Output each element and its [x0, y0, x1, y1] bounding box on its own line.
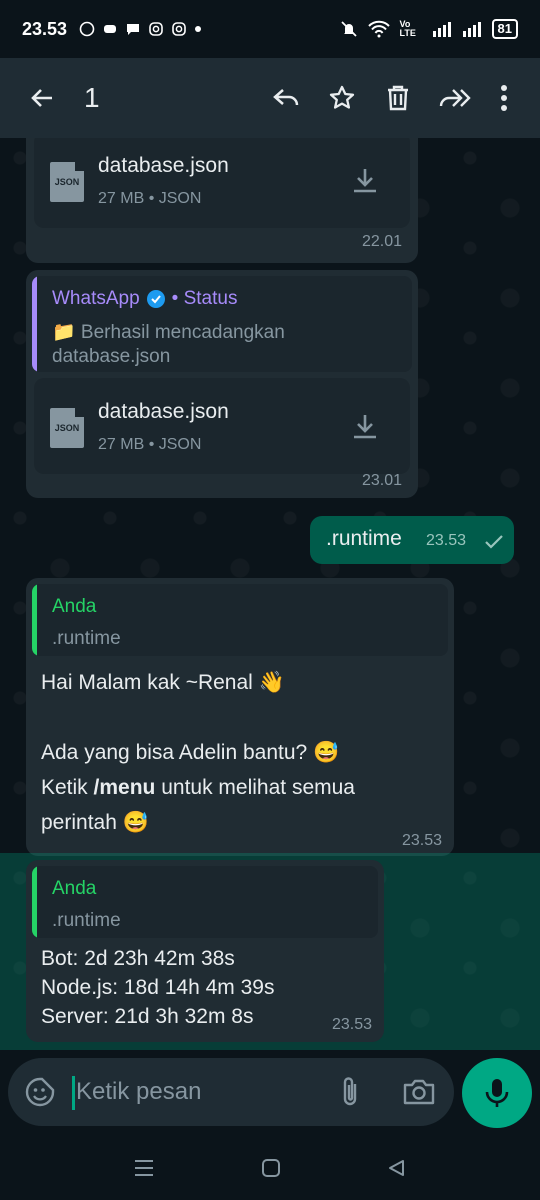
message-line-3-prefix: Ketik	[41, 776, 94, 799]
verified-icon	[146, 290, 165, 308]
system-nav-bar	[0, 1136, 540, 1200]
reply-button[interactable]	[258, 70, 314, 126]
quote-author-suffix: • Status	[171, 288, 238, 309]
wifi-icon	[367, 20, 390, 38]
chat-messages[interactable]: JSON database.json 27 MB • JSON 22.01 Wh…	[0, 138, 540, 1050]
quote-text: .runtime	[52, 628, 121, 649]
message-line-4: perintah 😅	[41, 811, 149, 834]
dot-icon	[195, 26, 202, 32]
message-line-2: Ada yang bisa Adelin bantu? 😅	[41, 741, 340, 764]
mic-icon	[485, 1079, 509, 1107]
battery-indicator: 81	[491, 19, 518, 39]
file-meta: 27 MB • JSON	[98, 190, 202, 207]
attach-icon[interactable]	[338, 1075, 362, 1109]
back-arrow-icon	[31, 89, 52, 107]
message-line-2: Node.js: 18d 14h 4m 39s	[41, 976, 275, 999]
message-input-container[interactable]: Ketik pesan	[8, 1058, 454, 1126]
quoted-message[interactable]: Anda .runtime	[32, 584, 448, 656]
file-name: database.json	[98, 154, 229, 177]
back-nav-icon[interactable]	[387, 1158, 407, 1178]
file-attachment[interactable]: JSON database.json 27 MB • JSON	[34, 378, 410, 474]
json-file-icon: JSON	[50, 162, 84, 202]
status-bar: 23.53 Vo LTE 81	[0, 0, 540, 58]
whatsapp-notif-icon	[79, 21, 95, 37]
quote-line-2: database.json	[52, 346, 171, 367]
camera-icon[interactable]	[402, 1077, 436, 1107]
message-line-1: Hai Malam kak ~Renal 👋	[41, 671, 285, 694]
file-attachment[interactable]: JSON database.json 27 MB • JSON	[34, 138, 410, 228]
quote-bar	[32, 866, 37, 938]
message-file-1[interactable]: JSON database.json 27 MB • JSON 22.01	[26, 138, 418, 263]
message-line-3-suffix: untuk melihat semua	[155, 776, 355, 799]
trash-icon	[388, 85, 408, 111]
file-name: database.json	[98, 400, 229, 423]
message-time: 23.53	[331, 1016, 372, 1033]
chat-notif-icon	[127, 24, 140, 35]
quote-author: Anda	[52, 596, 97, 617]
sticker-icon[interactable]	[24, 1076, 56, 1108]
star-button[interactable]	[314, 70, 370, 126]
download-icon[interactable]	[350, 412, 380, 442]
forward-icon	[439, 89, 471, 107]
message-line-1: Bot: 2d 23h 42m 38s	[41, 947, 235, 970]
instagram-notif-icon	[149, 22, 163, 36]
file-meta: 27 MB • JSON	[98, 436, 202, 453]
quote-line-1: 📁 Berhasil mencadangkan	[52, 322, 285, 343]
signal-icon-2	[462, 22, 481, 37]
mute-icon	[340, 21, 357, 37]
message-text: .runtime	[326, 527, 402, 550]
recents-icon[interactable]	[133, 1159, 155, 1177]
more-vert-icon	[501, 85, 507, 111]
delete-button[interactable]	[370, 70, 426, 126]
message-outgoing[interactable]: .runtime 23.53	[310, 516, 514, 564]
quote-bar	[32, 584, 37, 656]
quote-bar	[32, 276, 37, 372]
status-right: Vo LTE 81	[340, 19, 518, 39]
status-time: 23.53	[22, 18, 68, 39]
signal-icon	[432, 22, 451, 37]
quoted-message[interactable]: Anda .runtime	[32, 866, 378, 938]
reply-icon	[273, 89, 299, 106]
message-time: 22.01	[361, 233, 402, 250]
network-label: Vo LTE	[399, 19, 416, 38]
forward-button[interactable]	[426, 70, 482, 126]
voice-message-button[interactable]	[462, 1058, 532, 1128]
selection-toolbar: 1	[0, 58, 540, 138]
message-incoming-runtime[interactable]: Anda .runtime Bot: 2d 23h 42m 38s Node.j…	[26, 860, 384, 1042]
command-menu: /menu	[93, 776, 156, 799]
notification-icons	[79, 21, 202, 37]
text-cursor	[72, 1076, 75, 1110]
message-line-3: Ketik /menu untuk melihat semua	[41, 771, 355, 805]
message-incoming-greeting[interactable]: Anda .runtime Hai Malam kak ~Renal 👋 Ada…	[26, 578, 454, 856]
message-file-2[interactable]: WhatsApp • Status 📁 Berhasil mencadangka…	[26, 270, 418, 498]
instagram-notif-icon-2	[172, 22, 186, 36]
more-options-button[interactable]	[482, 70, 526, 126]
message-input-placeholder[interactable]: Ketik pesan	[76, 1078, 201, 1106]
star-icon	[329, 85, 355, 109]
check-icon	[485, 535, 503, 549]
quote-text: .runtime	[52, 910, 121, 931]
quoted-status[interactable]: WhatsApp • Status 📁 Berhasil mencadangka…	[32, 276, 412, 372]
message-time: 23.53	[401, 832, 442, 849]
message-time: 23.53	[426, 532, 467, 549]
message-time: 23.01	[361, 472, 402, 489]
download-icon[interactable]	[350, 166, 380, 196]
home-icon[interactable]	[261, 1158, 281, 1178]
game-notif-icon	[104, 25, 117, 33]
back-button[interactable]	[14, 70, 70, 126]
message-line-3: Server: 21d 3h 32m 8s	[41, 1005, 254, 1028]
selected-count: 1	[84, 82, 100, 113]
quote-author: Anda	[52, 878, 97, 899]
json-file-icon: JSON	[50, 408, 84, 448]
quote-author: WhatsApp	[52, 288, 140, 309]
composer-bar: Ketik pesan	[0, 1050, 540, 1136]
